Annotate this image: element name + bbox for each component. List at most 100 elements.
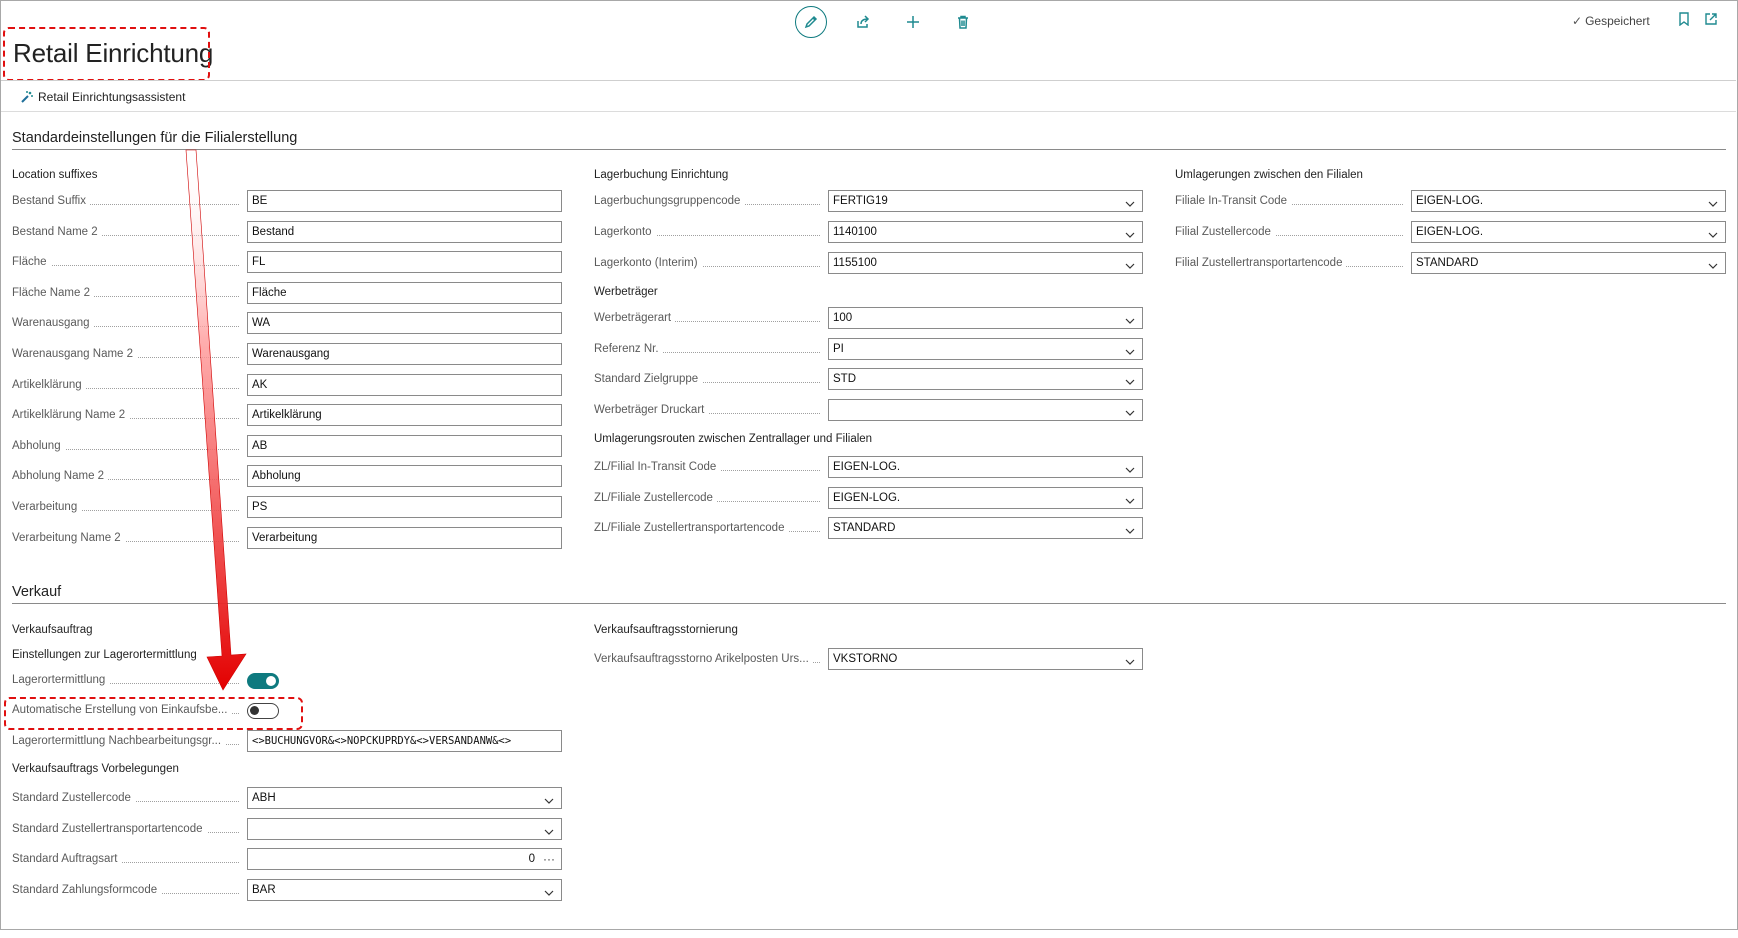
group-lagerbuchung: Lagerbuchung Einrichtung bbox=[594, 169, 729, 181]
plus-icon[interactable] bbox=[899, 8, 927, 36]
werbetraeger-field-select[interactable]: STD bbox=[828, 368, 1143, 390]
suffix-field-label: Fläche bbox=[12, 256, 51, 269]
chevron-down-icon bbox=[544, 824, 554, 835]
suffix-field-label: Abholung Name 2 bbox=[12, 470, 109, 483]
lagerbuchung-field-label: Lagerkonto bbox=[594, 226, 656, 238]
chevron-down-icon bbox=[1125, 374, 1135, 385]
auftragsart-value: 0 bbox=[528, 853, 535, 865]
chevron-down-icon bbox=[1125, 258, 1135, 269]
suffix-field-value: Abholung bbox=[252, 470, 301, 483]
assistant-action[interactable]: Retail Einrichtungsassistent bbox=[20, 90, 185, 104]
chevron-down-icon bbox=[1125, 196, 1135, 207]
zahlungsformcode-label: Standard Zahlungsformcode bbox=[12, 884, 162, 896]
chevron-down-icon bbox=[1708, 227, 1718, 238]
lagerbuchung-field-select[interactable]: 1140100 bbox=[828, 221, 1143, 243]
suffix-field-value: Warenausgang bbox=[252, 348, 330, 360]
group-stornierung: Verkaufsauftragsstornierung bbox=[594, 624, 738, 636]
pencil-icon[interactable] bbox=[795, 6, 827, 38]
chevron-down-icon bbox=[544, 885, 554, 896]
suffix-field-input[interactable]: Artikelklärung bbox=[247, 404, 562, 427]
werbetraeger-field-select[interactable]: 100 bbox=[828, 307, 1143, 329]
filial-field-value: STANDARD bbox=[1416, 257, 1479, 269]
suffix-field-label: Abholung bbox=[12, 439, 65, 452]
suffix-field-value: Bestand bbox=[252, 225, 295, 238]
share-icon[interactable] bbox=[849, 8, 877, 36]
divider bbox=[1, 111, 1736, 112]
werbetraeger-field-select[interactable]: PI bbox=[828, 337, 1143, 360]
wizard-icon bbox=[21, 91, 33, 103]
suffix-field-value: PS bbox=[252, 501, 268, 513]
filial-field-select[interactable]: EIGEN-LOG. bbox=[1411, 190, 1726, 212]
group-verkaufsauftrag: Verkaufsauftrag bbox=[12, 624, 93, 636]
lagerbuchung-field-value: FERTIG19 bbox=[833, 195, 888, 207]
route-field-label: ZL/Filiale Zustellercode bbox=[594, 491, 717, 504]
suffix-field-input[interactable]: Warenausgang bbox=[247, 343, 562, 365]
lagerbuchung-field-select[interactable]: FERTIG19 bbox=[828, 190, 1143, 212]
zahlungsformcode-select[interactable]: BAR bbox=[247, 879, 562, 901]
window-icons bbox=[1678, 12, 1718, 31]
auftragsart-input[interactable]: 0 ··· bbox=[247, 848, 562, 870]
route-field-select[interactable]: EIGEN-LOG. bbox=[828, 456, 1143, 478]
suffix-field-input[interactable]: Fläche bbox=[247, 281, 562, 304]
suffix-field-input[interactable]: Verarbeitung bbox=[247, 526, 562, 549]
group-umlagerungen-filialen: Umlagerungen zwischen den Filialen bbox=[1175, 169, 1363, 181]
suffix-field-label: Warenausgang bbox=[12, 317, 94, 330]
lagerbuchung-field-label: Lagerbuchungsgruppencode bbox=[594, 195, 745, 207]
suffix-field-label: Fläche Name 2 bbox=[12, 286, 94, 299]
chevron-down-icon bbox=[1708, 258, 1718, 269]
section-header-standard: Standardeinstellungen für die Filialerst… bbox=[12, 130, 298, 146]
filial-field-label: Filiale In-Transit Code bbox=[1175, 195, 1292, 207]
suffix-field-value: Artikelklärung bbox=[252, 409, 322, 422]
suffix-field-input[interactable]: PS bbox=[247, 496, 562, 518]
route-field-select[interactable]: EIGEN-LOG. bbox=[828, 486, 1143, 509]
chevron-down-icon bbox=[1125, 227, 1135, 238]
auftragsart-label: Standard Auftragsart bbox=[12, 853, 122, 865]
zustellertransportart-select[interactable] bbox=[247, 818, 562, 840]
suffix-field-input[interactable]: Abholung bbox=[247, 465, 562, 488]
trash-icon[interactable] bbox=[949, 8, 977, 36]
saved-status: ✓ Gespeichert bbox=[1572, 14, 1650, 28]
bookmark-icon[interactable] bbox=[1678, 12, 1690, 31]
werbetraeger-field-select[interactable] bbox=[828, 398, 1143, 421]
suffix-field-label: Bestand Name 2 bbox=[12, 225, 102, 238]
chevron-down-icon bbox=[544, 793, 554, 804]
storno-field-label: Verkaufsauftragsstorno Arikelposten Urs.… bbox=[594, 653, 813, 665]
suffix-field-value: AB bbox=[252, 439, 268, 452]
nachbearbeitung-input[interactable]: <>BUCHUNGVOR&<>NOPCKUPRDY&<>VERSANDANW&<… bbox=[247, 730, 562, 752]
section-divider bbox=[12, 603, 1726, 604]
chevron-down-icon bbox=[1125, 405, 1135, 416]
nachbearbeitung-label: Lagerortermittlung Nachbearbeitungsgr... bbox=[12, 735, 226, 747]
suffix-field-input[interactable]: AB bbox=[247, 434, 562, 457]
suffix-field-input[interactable]: Bestand bbox=[247, 220, 562, 243]
lagerbuchung-field-select[interactable]: 1155100 bbox=[828, 252, 1143, 274]
zustellercode-select[interactable]: ABH bbox=[247, 787, 562, 809]
filial-field-value: EIGEN-LOG. bbox=[1416, 195, 1484, 207]
lagerortermittlung-toggle[interactable] bbox=[247, 673, 279, 689]
route-field-value: STANDARD bbox=[833, 522, 896, 534]
chevron-down-icon bbox=[1708, 196, 1718, 207]
filial-field-select[interactable]: EIGEN-LOG. bbox=[1411, 221, 1726, 243]
group-werbetraeger: Werbeträger bbox=[594, 286, 658, 298]
open-new-window-icon[interactable] bbox=[1704, 12, 1718, 31]
auto-einkauf-label: Automatische Erstellung von Einkaufsbe..… bbox=[12, 704, 232, 716]
storno-field-select[interactable]: VKSTORNO bbox=[828, 648, 1143, 670]
route-field-value: EIGEN-LOG. bbox=[833, 461, 901, 473]
route-field-label: ZL/Filial In-Transit Code bbox=[594, 461, 721, 473]
suffix-field-input[interactable]: WA bbox=[247, 312, 562, 335]
chevron-down-icon bbox=[1125, 344, 1135, 355]
lagerortermittlung-label: Lagerortermittlung bbox=[12, 674, 110, 686]
zustellertransportart-label: Standard Zustellertransportartencode bbox=[12, 823, 207, 835]
route-field-select[interactable]: STANDARD bbox=[828, 517, 1143, 539]
zahlungsformcode-value: BAR bbox=[252, 884, 276, 896]
suffix-field-input[interactable]: BE bbox=[247, 190, 562, 212]
suffix-field-label: Verarbeitung Name 2 bbox=[12, 531, 125, 544]
nachbearbeitung-value: <>BUCHUNGVOR&<>NOPCKUPRDY&<>VERSANDANW&<… bbox=[252, 735, 512, 747]
suffix-field-input[interactable]: FL bbox=[247, 251, 562, 274]
werbetraeger-field-label: Werbeträger Druckart bbox=[594, 403, 709, 416]
filial-field-select[interactable]: STANDARD bbox=[1411, 252, 1726, 274]
toggle-knob bbox=[266, 676, 276, 686]
route-field-label: ZL/Filiale Zustellertransportartencode bbox=[594, 522, 789, 534]
divider bbox=[1, 80, 1736, 81]
suffix-field-input[interactable]: AK bbox=[247, 373, 562, 396]
more-options-icon[interactable]: ··· bbox=[543, 849, 555, 869]
